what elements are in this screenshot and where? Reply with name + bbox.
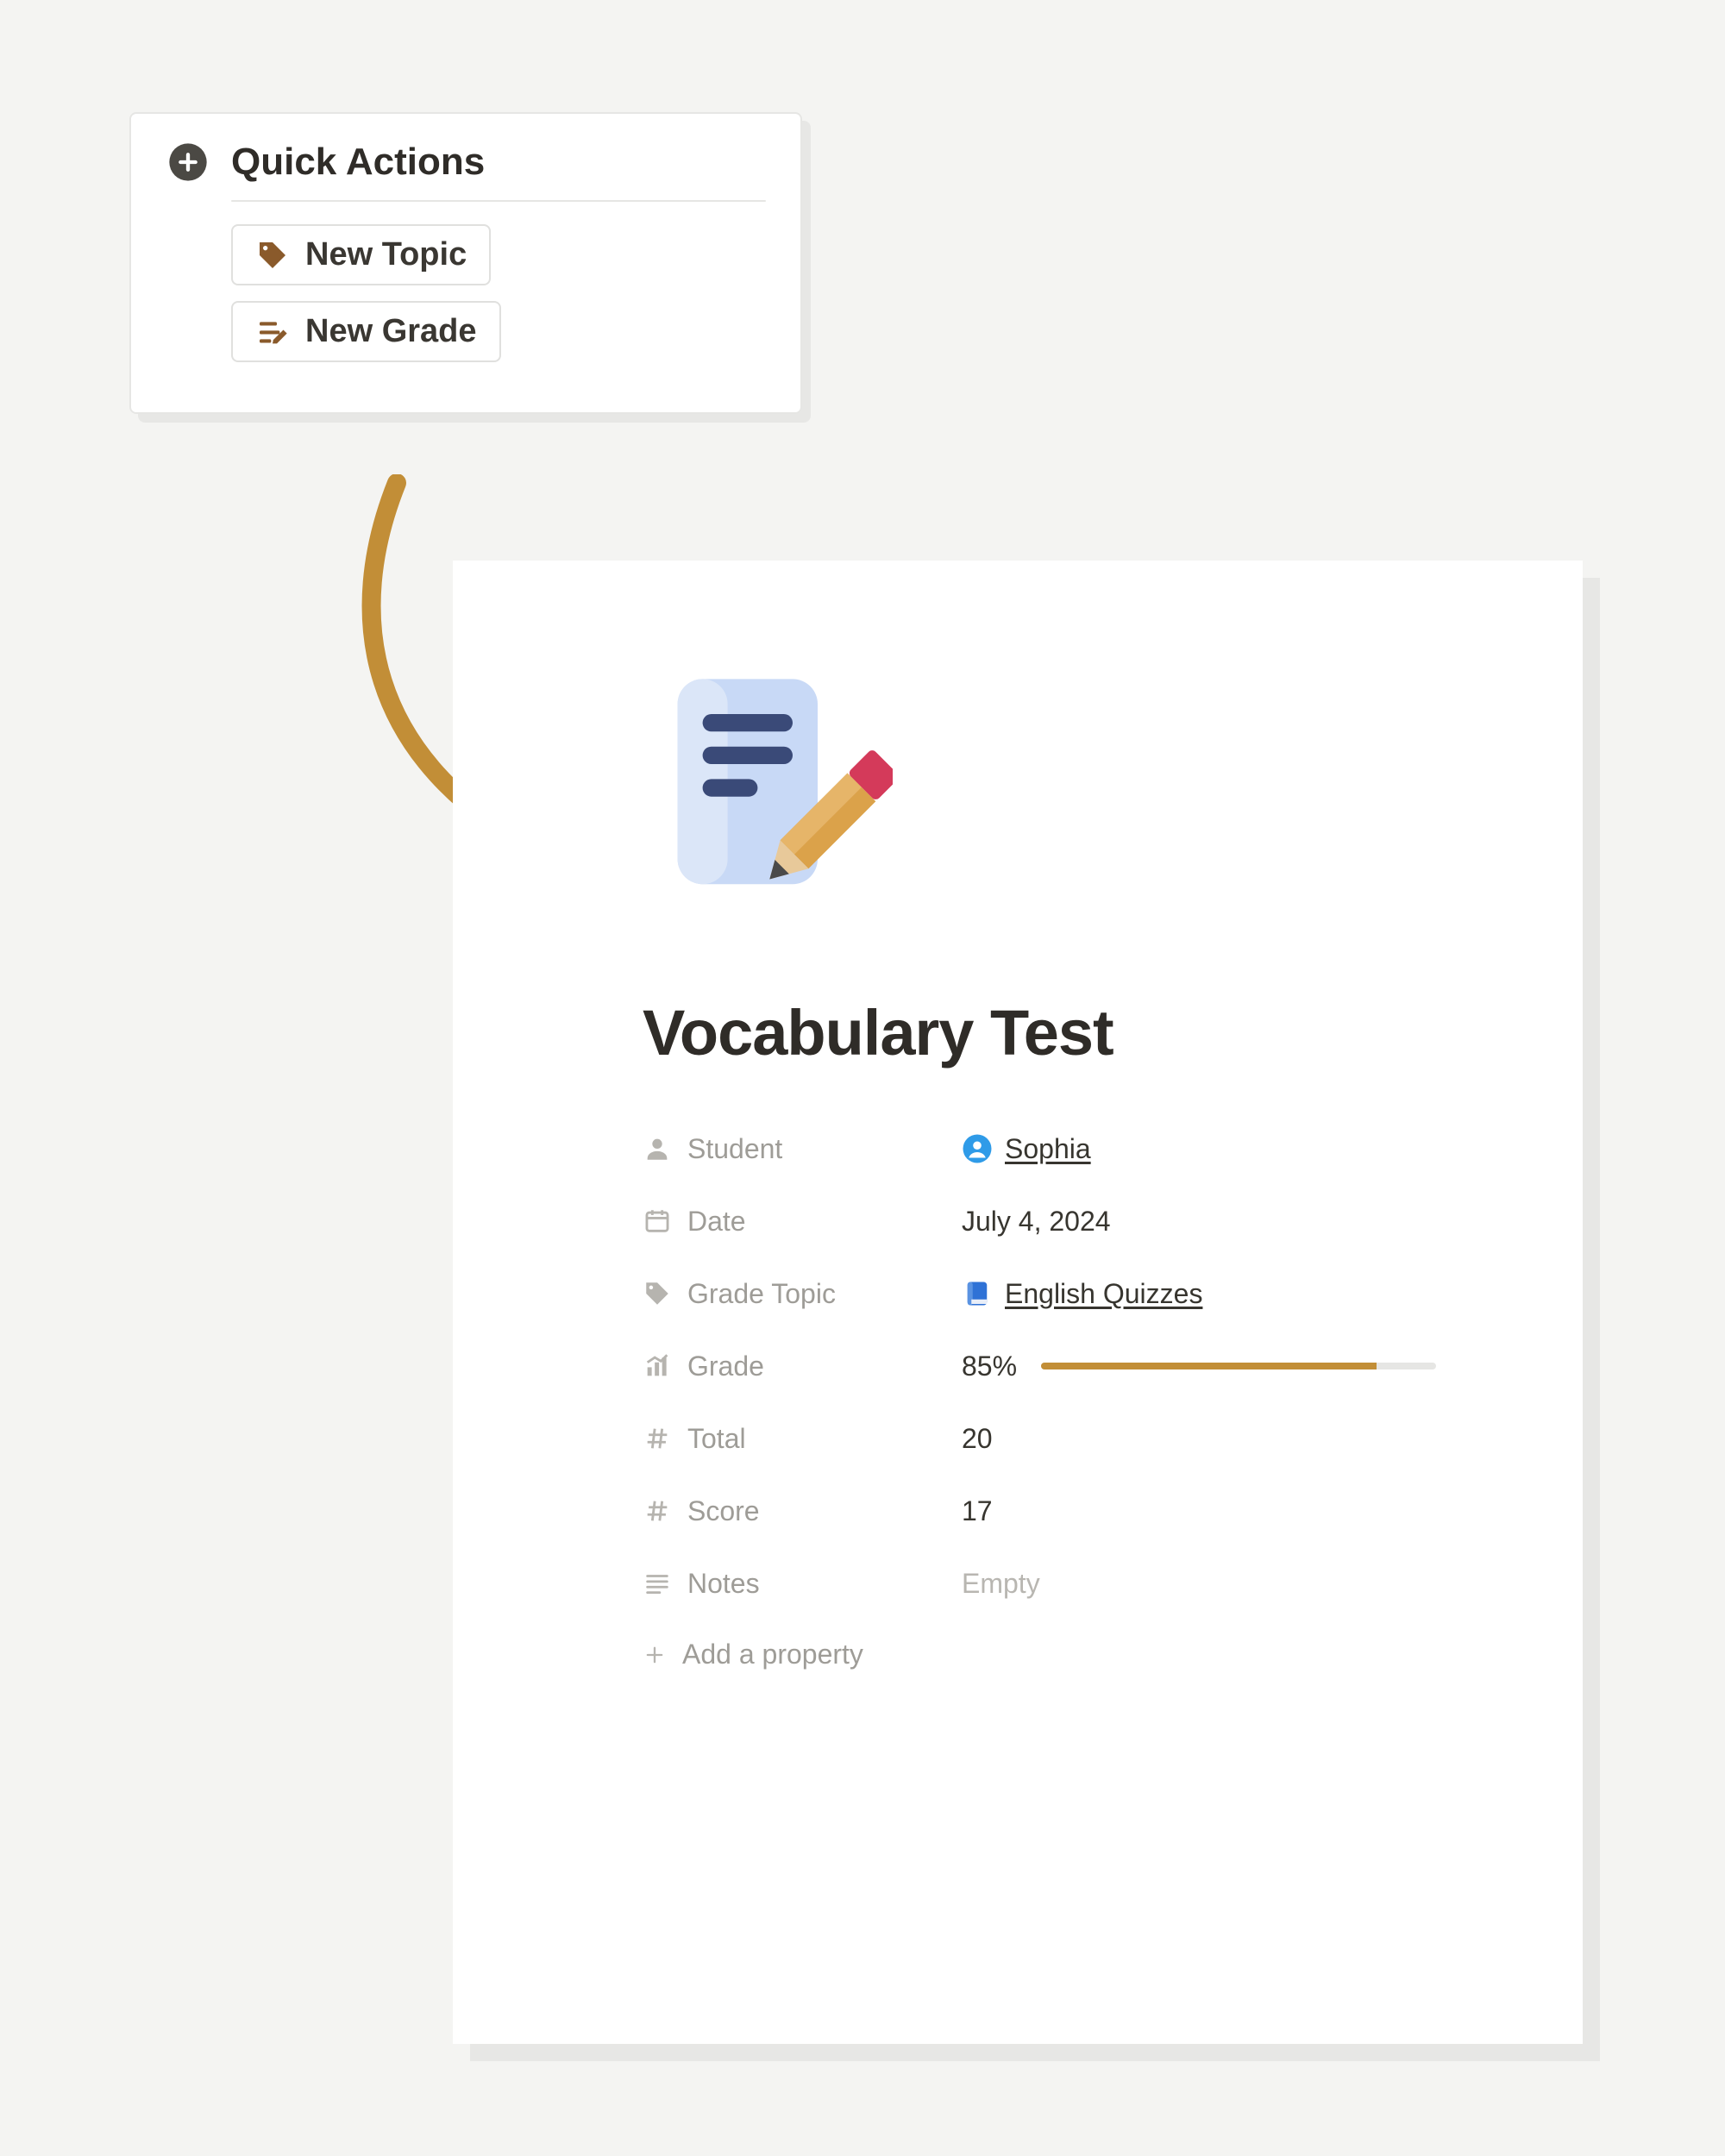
student-link[interactable]: Sophia — [1005, 1133, 1091, 1165]
grade-progress-bar — [1041, 1363, 1436, 1369]
property-score-label: Score — [643, 1495, 962, 1527]
property-date-value[interactable]: July 4, 2024 — [962, 1206, 1436, 1238]
divider — [231, 200, 766, 202]
property-score-value[interactable]: 17 — [962, 1495, 1436, 1527]
avatar-badge-icon — [962, 1133, 993, 1164]
hash-icon — [643, 1424, 672, 1453]
property-student-label: Student — [643, 1133, 962, 1165]
property-student-value[interactable]: Sophia — [962, 1133, 1436, 1165]
new-grade-button[interactable]: New Grade — [231, 301, 501, 362]
property-grade-value[interactable]: 85% — [962, 1351, 1436, 1382]
tag-icon — [643, 1279, 672, 1308]
new-topic-button[interactable]: New Topic — [231, 224, 491, 285]
chart-icon — [643, 1351, 672, 1381]
person-icon — [643, 1134, 672, 1163]
plus-icon — [643, 1643, 667, 1667]
new-grade-label: New Grade — [305, 313, 477, 350]
quick-actions-title: Quick Actions — [231, 141, 485, 184]
calendar-icon — [643, 1206, 672, 1236]
plus-circle-icon — [166, 140, 210, 185]
property-date[interactable]: Date July 4, 2024 — [643, 1185, 1436, 1257]
new-topic-label: New Topic — [305, 236, 467, 273]
property-grade-label: Grade — [643, 1351, 962, 1382]
property-grade-topic[interactable]: Grade Topic English Quizzes — [643, 1257, 1436, 1330]
property-grade-topic-label: Grade Topic — [643, 1278, 962, 1310]
quick-actions-header: Quick Actions — [166, 140, 766, 185]
properties-list: Student Sophia — [643, 1112, 1436, 1679]
page-detail-card: Vocabulary Test Student Sophia — [453, 561, 1583, 2044]
property-notes-label: Notes — [643, 1568, 962, 1600]
text-lines-icon — [643, 1569, 672, 1598]
property-score[interactable]: Score 17 — [643, 1475, 1436, 1547]
property-notes-value[interactable]: Empty — [962, 1568, 1436, 1600]
grade-edit-icon — [255, 315, 290, 349]
property-date-label: Date — [643, 1206, 962, 1238]
hash-icon — [643, 1496, 672, 1526]
property-total[interactable]: Total 20 — [643, 1402, 1436, 1475]
page-title: Vocabulary Test — [643, 996, 1436, 1069]
grade-topic-link[interactable]: English Quizzes — [1005, 1278, 1202, 1310]
add-property-label: Add a property — [682, 1639, 863, 1670]
book-icon — [962, 1278, 993, 1309]
property-total-label: Total — [643, 1423, 962, 1455]
document-pencil-icon — [643, 664, 893, 914]
tag-icon — [255, 238, 290, 273]
grade-percent: 85% — [962, 1351, 1017, 1382]
property-grade-topic-value[interactable]: English Quizzes — [962, 1278, 1436, 1310]
quick-actions-card: Quick Actions New Topic — [129, 112, 802, 414]
property-notes[interactable]: Notes Empty — [643, 1547, 1436, 1620]
property-total-value[interactable]: 20 — [962, 1423, 1436, 1455]
add-property-button[interactable]: Add a property — [643, 1630, 1436, 1679]
property-student[interactable]: Student Sophia — [643, 1112, 1436, 1185]
property-grade[interactable]: Grade 85% — [643, 1330, 1436, 1402]
